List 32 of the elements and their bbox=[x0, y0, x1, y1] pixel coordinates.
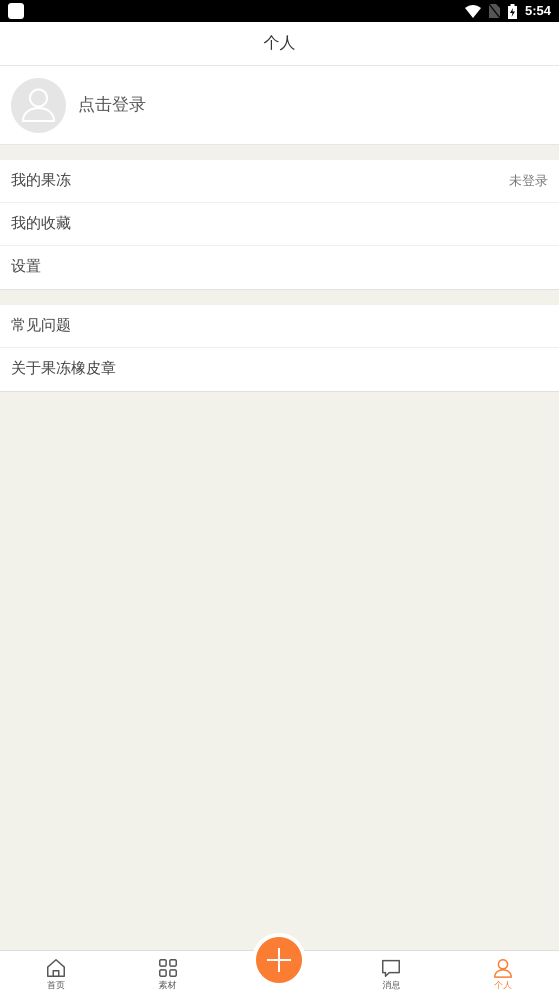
wifi-icon bbox=[464, 4, 481, 18]
nav-label: 首页 bbox=[46, 979, 65, 991]
menu-item-label: 我的收藏 bbox=[11, 214, 71, 234]
person-icon bbox=[492, 957, 514, 979]
nav-tab[interactable]: 消息 bbox=[335, 951, 448, 995]
nav-label: 素材 bbox=[158, 979, 177, 991]
app-notification-icon bbox=[8, 3, 24, 19]
menu-item[interactable]: 关于果冻橡皮章 bbox=[0, 348, 559, 391]
home-icon bbox=[44, 957, 67, 979]
menu-item-label: 常见问题 bbox=[11, 316, 71, 336]
avatar-icon bbox=[11, 78, 66, 132]
menu-item[interactable]: 我的收藏 bbox=[0, 203, 559, 246]
status-time: 5:54 bbox=[524, 2, 551, 20]
nav-tab[interactable]: 素材 bbox=[112, 951, 224, 995]
message-icon bbox=[380, 957, 402, 979]
grid-icon bbox=[156, 957, 179, 979]
page-title: 个人 bbox=[264, 34, 296, 54]
battery-charging-icon bbox=[508, 4, 517, 18]
no-sim-icon bbox=[488, 4, 500, 18]
menu-item[interactable]: 我的果冻 未登录 bbox=[0, 160, 559, 203]
login-label: 点击登录 bbox=[78, 94, 146, 116]
menu-item-label: 我的果冻 bbox=[11, 170, 71, 191]
nav-label: 消息 bbox=[382, 979, 400, 991]
plus-icon bbox=[266, 947, 292, 973]
menu-item-label: 设置 bbox=[11, 257, 41, 278]
menu-item-label: 关于果冻橡皮章 bbox=[11, 359, 116, 380]
nav-tab[interactable]: 首页 bbox=[0, 951, 112, 995]
profile-card[interactable]: 点击登录 bbox=[0, 66, 559, 145]
menu-item[interactable]: 常见问题 bbox=[0, 305, 559, 348]
nav-label: 个人 bbox=[494, 979, 512, 991]
menu-item[interactable]: 设置 bbox=[0, 246, 559, 289]
menu-item-value: 未登录 bbox=[509, 172, 548, 190]
